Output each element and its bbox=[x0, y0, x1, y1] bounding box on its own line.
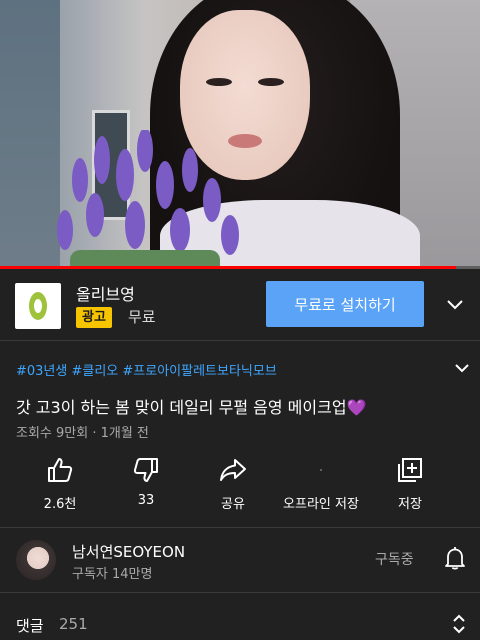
thumbs-up-icon bbox=[48, 458, 73, 482]
expand-description-icon[interactable] bbox=[452, 358, 472, 378]
save-button[interactable]: 저장 bbox=[365, 456, 455, 516]
dislike-count: 33 bbox=[137, 493, 155, 508]
channel-row[interactable]: 남서연SEOYEON 구독자 14만명 구독중 bbox=[0, 528, 480, 592]
expand-comments-icon[interactable] bbox=[450, 611, 468, 637]
video-eye-left bbox=[206, 78, 232, 86]
ad-banner[interactable]: 올리브영 광고 무료 무료로 설치하기 bbox=[0, 269, 480, 341]
comments-section[interactable]: 댓글 251 bbox=[0, 593, 480, 640]
dislike-button[interactable]: 33 bbox=[101, 456, 191, 516]
ad-app-name: 올리브영 bbox=[76, 285, 135, 304]
action-bar: 2.6천 33 공유 오프라인 저장 저장 bbox=[0, 456, 480, 518]
video-eye-right bbox=[258, 78, 284, 86]
ad-badge: 광고 bbox=[76, 307, 112, 328]
subscribed-button[interactable]: 구독중 bbox=[375, 549, 414, 569]
thumbs-down-icon bbox=[133, 458, 158, 482]
chevron-down-icon[interactable] bbox=[444, 293, 466, 315]
share-icon bbox=[220, 459, 246, 481]
ad-app-logo bbox=[15, 283, 61, 329]
comments-label: 댓글 bbox=[16, 617, 44, 635]
save-playlist-icon bbox=[398, 458, 422, 482]
video-meta: 조회수 9만회 · 1개월 전 bbox=[16, 426, 149, 441]
download-label: 오프라인 저장 bbox=[283, 497, 359, 512]
like-button[interactable]: 2.6천 bbox=[15, 456, 105, 516]
video-title[interactable]: 갓 고3이 하는 봄 맞이 데일리 무펄 음영 메이크업💜 bbox=[16, 394, 366, 418]
channel-name[interactable]: 남서연SEOYEON bbox=[72, 541, 185, 562]
channel-avatar[interactable] bbox=[16, 540, 56, 580]
share-button[interactable]: 공유 bbox=[188, 456, 278, 516]
like-count: 2.6천 bbox=[43, 497, 77, 512]
subscriber-count: 구독자 14만명 bbox=[72, 567, 153, 582]
bell-icon[interactable] bbox=[444, 546, 466, 570]
install-button[interactable]: 무료로 설치하기 bbox=[266, 281, 424, 327]
download-icon bbox=[320, 469, 322, 471]
comments-count: 251 bbox=[59, 615, 88, 633]
share-label: 공유 bbox=[221, 497, 245, 512]
save-label: 저장 bbox=[398, 497, 422, 512]
video-hashtags[interactable]: #03년생 #클리오 #프로아이팔레트보타닉모브 bbox=[16, 360, 277, 379]
download-button[interactable]: 오프라인 저장 bbox=[276, 456, 366, 516]
lavender-bouquet bbox=[57, 130, 239, 268]
ad-price: 무료 bbox=[128, 308, 156, 326]
video-player[interactable] bbox=[0, 0, 480, 268]
